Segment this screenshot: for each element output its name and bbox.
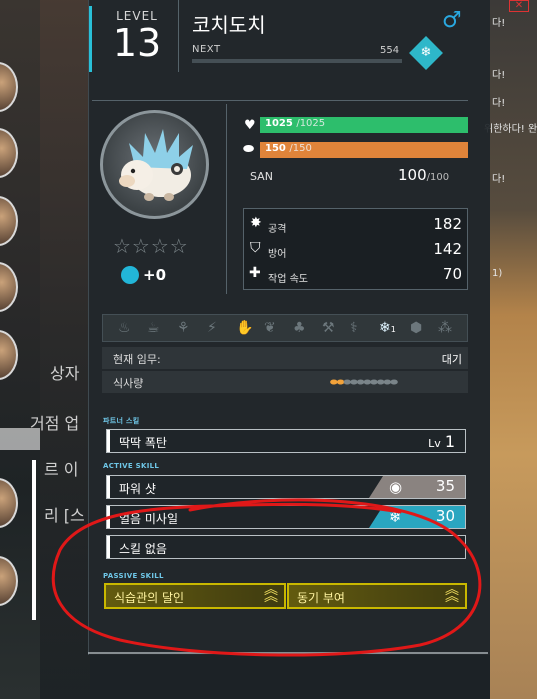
handiwork-icon[interactable]: ✋	[236, 320, 253, 336]
food-filled-icon: ⬬	[330, 378, 338, 388]
food-empty-icon: ⬬	[390, 378, 398, 388]
food-empty-icon: ⬬	[350, 378, 358, 388]
stat-value: 142	[433, 240, 462, 258]
hp-bar: 1025 /1025	[260, 117, 468, 133]
cooling-icon[interactable]: ❄1	[379, 320, 396, 336]
divider	[92, 100, 468, 101]
background-text: 상자	[50, 364, 80, 383]
lumbering-icon[interactable]: ♣	[293, 320, 306, 336]
next-value: 554	[380, 45, 400, 56]
cooling-level: 1	[390, 325, 396, 334]
stat-value: 70	[442, 265, 462, 283]
background-text: 다!	[492, 174, 506, 185]
food-label: 식사량	[113, 377, 144, 390]
san-value: 100	[398, 166, 427, 184]
food-empty-icon: ⬬	[370, 378, 378, 388]
medicine-icon[interactable]: ⚕	[350, 320, 358, 336]
food-empty-icon: ⬬	[376, 378, 385, 388]
level-value: 13	[112, 21, 162, 65]
hp-current: 1025	[265, 118, 293, 129]
divider	[226, 104, 227, 294]
hp-max: /1025	[296, 118, 326, 129]
kindling-icon[interactable]: ♨	[118, 320, 131, 336]
background-text: 위한하다! 완	[484, 124, 537, 135]
soul-icon	[121, 266, 139, 284]
transporting-icon[interactable]: ⬢	[410, 320, 422, 336]
san-label: SAN	[250, 170, 273, 183]
background-text: 1)	[492, 268, 503, 279]
shield-icon: ⛉	[250, 240, 261, 256]
food-row	[102, 371, 468, 393]
background-text: 다!	[492, 98, 506, 109]
stamina-current: 150	[265, 143, 286, 154]
mining-icon[interactable]: ⚒	[322, 320, 335, 336]
work-speed-icon: ✚	[249, 265, 261, 281]
planting-icon[interactable]: ⚘	[177, 320, 190, 336]
stat-label: 방어	[268, 249, 287, 260]
farming-icon[interactable]: ⁂	[438, 320, 452, 336]
ice-element-icon: ❄	[409, 36, 443, 70]
background-text: 다!	[492, 70, 506, 81]
xp-progress-bar	[192, 59, 402, 63]
gathering-icon[interactable]: ❦	[264, 320, 276, 336]
red-annotation-circle	[51, 498, 482, 657]
stat-label: 작업 속도	[268, 274, 308, 285]
partner-skill-name: 딱딱 폭탄	[119, 436, 167, 450]
attack-icon: ✸	[250, 215, 262, 231]
partner-skill-level: Lv 1	[428, 432, 455, 451]
rank-stars: ☆☆☆☆	[113, 234, 189, 258]
stamina-max: /150	[289, 143, 312, 154]
next-label: NEXT	[192, 44, 221, 55]
stat-value: 182	[433, 215, 462, 233]
pal-name[interactable]: 코치도치	[192, 9, 266, 38]
partner-skill-title: 파트너 스킬	[103, 417, 140, 425]
watering-icon[interactable]: ☕	[147, 320, 160, 336]
san-max: /100	[426, 172, 450, 183]
stamina-icon: ⬬	[243, 142, 255, 157]
active-skill-title: ACTIVE SKILL	[103, 462, 160, 470]
partner-skill-lv-label: Lv	[428, 437, 441, 450]
pal-portrait	[100, 110, 209, 219]
skill-accent	[107, 430, 110, 452]
current-task-label: 현재 임무:	[113, 353, 161, 366]
soul-value: +0	[143, 266, 167, 284]
side-scrollbar[interactable]	[32, 460, 36, 620]
stamina-bar: 150 /150	[260, 142, 468, 158]
level-box: LEVEL 13	[89, 0, 179, 72]
background-text: 거점 업	[30, 414, 80, 433]
food-meter: ⬬⬬⬬⬬⬬⬬⬬⬬⬬⬬	[330, 378, 398, 388]
current-task-value: 대기	[441, 353, 462, 366]
background-text: 다!	[492, 18, 506, 29]
heart-icon: ♥	[244, 118, 256, 133]
background-text: 르 이	[44, 460, 79, 479]
electricity-icon[interactable]: ⚡	[207, 320, 217, 336]
close-icon[interactable]: ✕	[509, 0, 529, 12]
stat-label: 공격	[268, 224, 287, 235]
stamina-text: 150 /150	[265, 143, 312, 154]
hedgehog-icon	[119, 129, 193, 201]
partner-skill-lv-value: 1	[444, 432, 455, 451]
hp-text: 1025 /1025	[265, 118, 325, 129]
san-value-group: 100/100	[398, 166, 449, 184]
male-icon: ♂	[442, 8, 462, 33]
partner-skill-row[interactable]: 딱딱 폭탄 Lv 1	[106, 429, 466, 453]
